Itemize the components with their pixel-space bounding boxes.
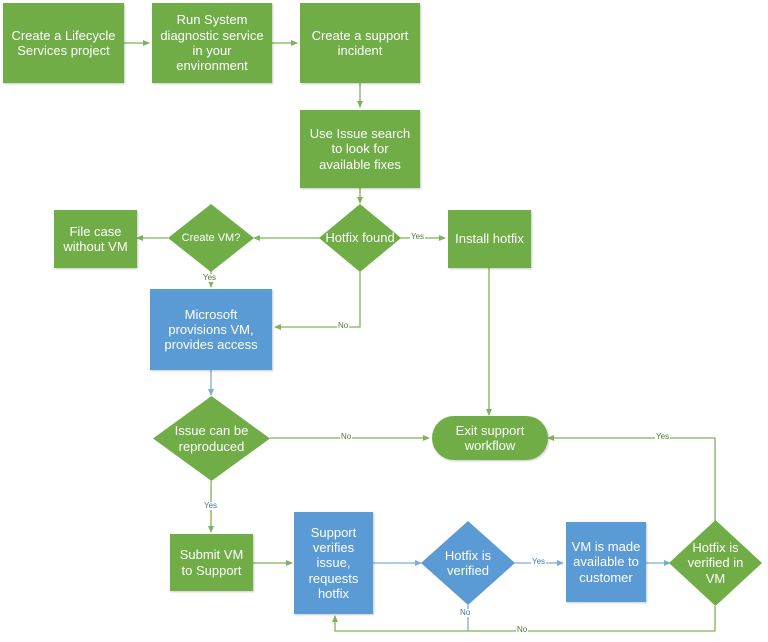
- node-label: Use Issue search to look for available f…: [309, 126, 411, 172]
- edge-label-text: Yes: [656, 432, 670, 441]
- node-label: Hotfix is verified: [444, 547, 492, 578]
- edge-label-text: Yes: [203, 273, 217, 282]
- node-create-support-incident[interactable]: Create a support incident: [300, 3, 420, 83]
- node-submit-vm-to-support[interactable]: Submit VM to Support: [170, 534, 253, 591]
- node-file-case-without-vm[interactable]: File case without VM: [54, 210, 137, 268]
- edge-hotfix-found-to-ms-provisions-vm: [274, 271, 361, 330]
- edge-label-hotfix-found-yes: Yes: [410, 232, 426, 241]
- edge-label-text: No: [338, 321, 349, 330]
- edge-label-text: Yes: [411, 232, 425, 241]
- node-label: Create a Lifecycle Services project: [11, 27, 116, 58]
- node-create-vm[interactable]: Create VM?: [168, 204, 254, 272]
- node-label: Support verifies issue, requests hotfix: [308, 524, 359, 601]
- node-label: Exit support workflow: [455, 422, 525, 453]
- node-label: Submit VM to Support: [179, 547, 244, 578]
- node-label: Run System diagnostic service in your en…: [160, 12, 264, 74]
- flowchart-canvas: Create a Lifecycle Services project Run …: [0, 0, 768, 642]
- node-issue-can-be-reproduced[interactable]: Issue can be reproduced: [153, 396, 270, 481]
- edge-label-text: Yes: [532, 557, 546, 566]
- node-label: Microsoft provisions VM, provides access: [164, 306, 258, 353]
- node-exit-support-workflow[interactable]: Exit support workflow: [432, 416, 548, 460]
- node-label: Install hotfix: [455, 231, 524, 247]
- node-run-system-diagnostic-service[interactable]: Run System diagnostic service in your en…: [152, 3, 272, 83]
- edge-label-text: No: [460, 608, 471, 617]
- node-label: Hotfix is verified in VM: [687, 540, 744, 586]
- edge-label-hotfix-verified-no: No: [459, 608, 472, 617]
- flowchart-edges: [124, 40, 716, 632]
- edge-label-text: Yes: [204, 501, 218, 510]
- node-microsoft-provisions-vm[interactable]: Microsoft provisions VM, provides access: [150, 289, 272, 370]
- node-label: Hotfix found: [325, 230, 395, 246]
- node-use-issue-search[interactable]: Use Issue search to look for available f…: [300, 110, 420, 188]
- edge-label-create-vm-yes: Yes: [202, 273, 218, 282]
- node-label: File case without VM: [63, 223, 128, 254]
- edge-label-hotfix-verified-vm-yes: Yes: [655, 432, 671, 441]
- node-hotfix-is-verified[interactable]: Hotfix is verified: [421, 521, 515, 605]
- node-label: VM is made available to customer: [571, 539, 641, 585]
- edge-label-issue-reproduced-no: No: [340, 432, 353, 441]
- node-label: Issue can be reproduced: [174, 423, 249, 454]
- node-vm-is-made-available[interactable]: VM is made available to customer: [566, 522, 646, 602]
- node-hotfix-is-verified-in-vm[interactable]: Hotfix is verified in VM: [669, 520, 762, 606]
- node-label: Create a support incident: [311, 27, 409, 58]
- node-support-verifies-issue[interactable]: Support verifies issue, requests hotfix: [294, 512, 373, 614]
- node-create-lifecycle-services-project[interactable]: Create a Lifecycle Services project: [3, 3, 124, 83]
- edge-label-hotfix-found-no: No: [337, 321, 350, 330]
- node-install-hotfix[interactable]: Install hotfix: [448, 210, 531, 268]
- edge-label-issue-reproduced-yes: Yes: [203, 501, 219, 510]
- edge-label-hotfix-verified-vm-no: No: [516, 625, 529, 634]
- edge-hotfix-verified-vm-to-exit-workflow: [547, 435, 716, 521]
- node-hotfix-found[interactable]: Hotfix found: [319, 204, 401, 272]
- node-label: Create VM?: [181, 231, 241, 244]
- edge-label-hotfix-verified-yes: Yes: [531, 557, 547, 566]
- edge-label-text: No: [517, 625, 528, 634]
- edge-label-text: No: [341, 432, 352, 441]
